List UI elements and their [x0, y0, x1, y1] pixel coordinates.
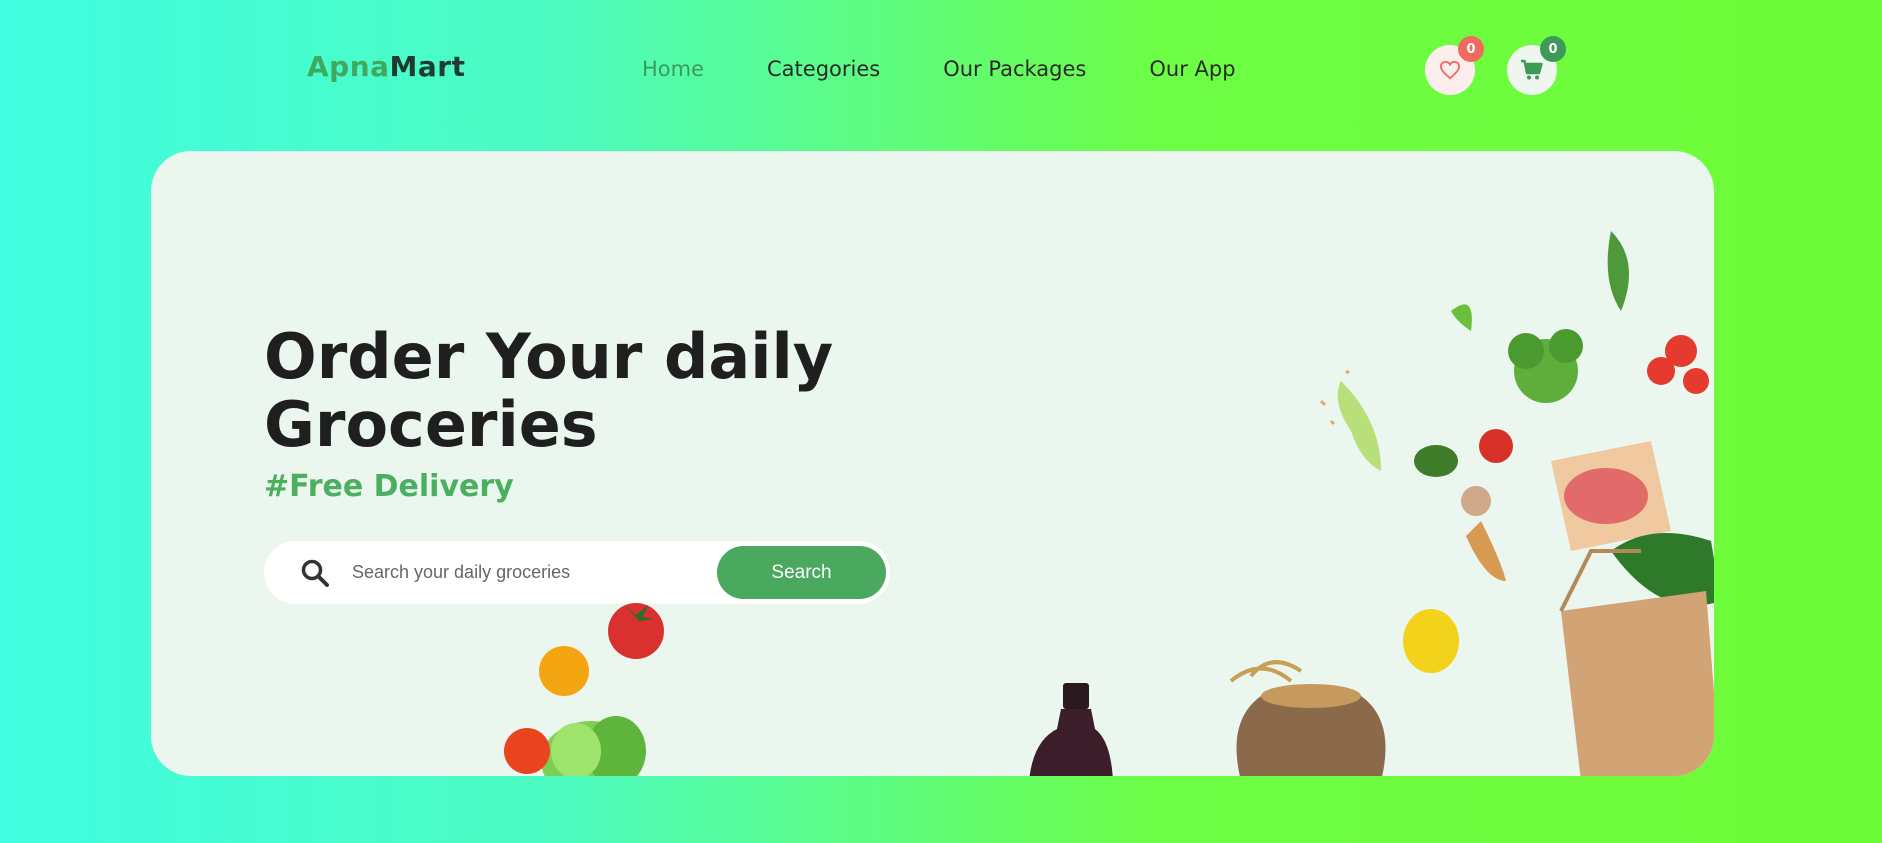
search-icon	[301, 559, 329, 587]
grocery-bag-illustration	[1319, 231, 1714, 776]
vegetables-illustration-left	[504, 603, 664, 776]
nav-home[interactable]: Home	[642, 57, 704, 81]
cart-icon	[1521, 59, 1543, 80]
hero-banner: Order Your daily Groceries #Free Deliver…	[151, 151, 1714, 776]
search-button[interactable]: Search	[717, 546, 886, 599]
nav-our-app[interactable]: Our App	[1149, 57, 1235, 81]
cart-count-badge: 0	[1540, 36, 1566, 62]
nav-our-packages[interactable]: Our Packages	[943, 57, 1086, 81]
hero-tagline: #Free Delivery	[264, 469, 514, 504]
heart-icon	[1439, 60, 1461, 80]
wishlist-count-badge: 0	[1458, 36, 1484, 62]
bottle-illustration	[1029, 683, 1113, 776]
hero-title: Order Your daily Groceries	[264, 320, 834, 461]
brand-logo-part2: Mart	[389, 50, 466, 83]
navbar: ApnaMart Home Categories Our Packages Ou…	[0, 0, 1882, 140]
search-bar: Search	[264, 541, 890, 604]
main-nav: Home Categories Our Packages Our App	[642, 57, 1299, 81]
brand-logo-part1: Apna	[307, 50, 390, 83]
cart-button[interactable]: 0	[1507, 36, 1566, 95]
wishlist-button[interactable]: 0	[1425, 36, 1484, 95]
search-input[interactable]	[352, 562, 702, 583]
nav-categories[interactable]: Categories	[767, 57, 880, 81]
brand-logo[interactable]: ApnaMart	[307, 50, 466, 83]
